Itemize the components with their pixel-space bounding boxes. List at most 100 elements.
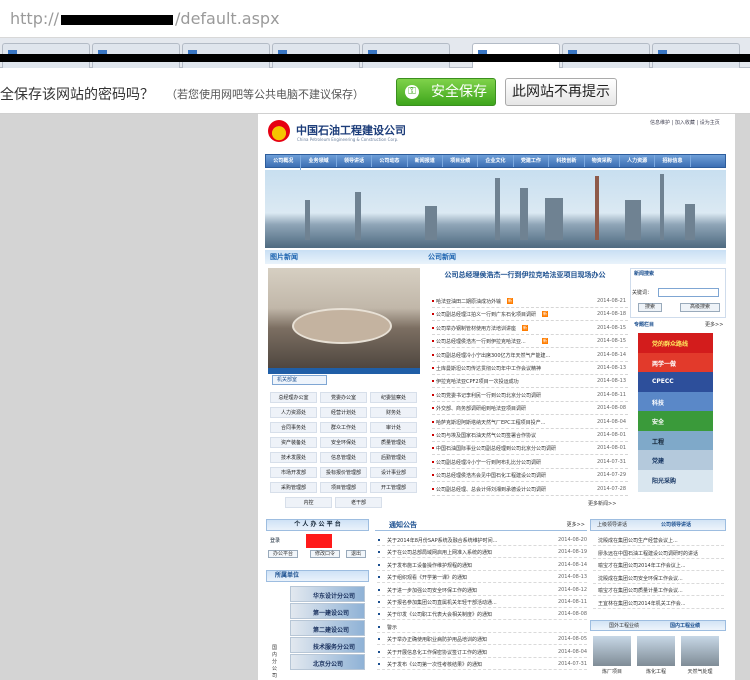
- dept-link[interactable]: 采购管理部: [270, 482, 317, 493]
- address-bar[interactable]: http:///default.aspx: [0, 0, 750, 38]
- company-news-heading[interactable]: 公司新闻: [428, 252, 456, 262]
- change-password-button[interactable]: 修改口令: [310, 550, 340, 558]
- dept-link[interactable]: 群众工作处: [320, 422, 367, 433]
- nav-item[interactable]: 业务领域: [301, 155, 337, 167]
- project-photo[interactable]: [681, 636, 719, 666]
- advanced-search-button[interactable]: 高级搜索: [680, 303, 720, 312]
- dept-link[interactable]: 投标报价管理部: [320, 467, 367, 478]
- dept-link[interactable]: 设计事业部: [370, 467, 417, 478]
- dept-link[interactable]: 人力资源处: [270, 407, 317, 418]
- dept-link[interactable]: 内控: [285, 497, 332, 508]
- notice-title[interactable]: 关于组织观看《开学第一课》的通知: [387, 574, 467, 581]
- unit-link[interactable]: 第二建设公司: [290, 620, 365, 636]
- news-title[interactable]: 公司副总经理江拍义一行到广东石化项目调研: [436, 311, 536, 318]
- speech-item[interactable]: 沈殿成在集团公司安全环保工作会议...: [593, 573, 724, 584]
- news-title[interactable]: 公司举办钢制管材使用方法培训讲座: [436, 325, 516, 332]
- tab-domestic-projects[interactable]: 国内工程业绩: [670, 622, 700, 629]
- nav-item[interactable]: 新闻报道: [408, 155, 443, 167]
- dept-link[interactable]: 技术发展处: [270, 452, 317, 463]
- logout-button[interactable]: 退出: [346, 550, 366, 558]
- news-item[interactable]: 公司总经理侯浩杰会见中国石化工程建设公司调研 2014-07-29: [432, 470, 628, 483]
- unit-link[interactable]: 北京分公司: [290, 654, 365, 670]
- notice-item[interactable]: 关于报名参加集团公司直属机关年轻干部活动通... 2014-08-11: [377, 597, 587, 608]
- dept-link[interactable]: 质量管理处: [370, 437, 417, 448]
- unit-link[interactable]: 技术服务分公司: [290, 637, 365, 653]
- speech-title[interactable]: 王宜林在集团公司2014年机关工作会...: [598, 600, 686, 607]
- speech-item[interactable]: 沈殿成在集团公司生产经营会议上...: [593, 535, 724, 546]
- project-photo[interactable]: [593, 636, 631, 666]
- speech-title[interactable]: 沈殿成在集团公司安全环保工作会议...: [598, 575, 683, 582]
- news-title[interactable]: 公司总经理侯浩杰会见中国石化工程建设公司调研: [436, 472, 546, 479]
- news-title[interactable]: 公司与埃及国家石油天然气公司签署合作协议: [436, 432, 536, 439]
- news-title[interactable]: 公司副总经理、总会计师刘湘到承德设计公司调研: [436, 486, 546, 493]
- dept-link[interactable]: 财务处: [370, 407, 417, 418]
- never-remind-button[interactable]: 此网站不再提示: [505, 78, 617, 106]
- notice-item[interactable]: 关于发布施工设备操作维护规程的通知 2014-08-14: [377, 560, 587, 571]
- news-title[interactable]: 土库曼斯坦公司传达贯彻公司年中工作会议精神: [436, 365, 541, 372]
- unit-link[interactable]: 第一建设公司: [290, 603, 365, 619]
- news-title[interactable]: 中国石油国际事业公司副总经理到公司北京分公司调研: [436, 445, 556, 452]
- login-input[interactable]: [306, 534, 332, 548]
- dept-link[interactable]: 纪委监察处: [370, 392, 417, 403]
- dept-link[interactable]: 开工管理部: [370, 482, 417, 493]
- speech-title[interactable]: 喻宝才在集团公司2014年工作会议上...: [598, 562, 686, 569]
- notice-title[interactable]: 关于举办正确使用职业病防护用品培训的通知: [387, 636, 487, 643]
- notice-title[interactable]: 关于进一步加强公司安全环保工作的通知: [387, 587, 477, 594]
- notice-item[interactable]: 关于开展信息化工作保密协议签订工作的通知 2014-08-04: [377, 647, 587, 658]
- news-item[interactable]: 哈萨克斯坦阿斯塔纳天然气厂EPC工程项目投产... 2014-08-04: [432, 417, 628, 429]
- project-caption[interactable]: 天然气处理: [681, 668, 719, 675]
- notice-title[interactable]: 关于在公司总部局域网启用上网准入系统的通知: [387, 549, 492, 556]
- dept-link[interactable]: 资产装备处: [270, 437, 317, 448]
- office-platform-button[interactable]: 办公平台: [268, 550, 298, 558]
- nav-item[interactable]: 招标信息: [655, 155, 691, 167]
- speech-item[interactable]: 喻宝才在集团公司质量计量工作会议...: [593, 585, 724, 596]
- news-item[interactable]: 公司副总经理、总会计师刘湘到承德设计公司调研 2014-07-28: [432, 484, 628, 496]
- more-news-link[interactable]: 更多新闻>>: [588, 500, 616, 507]
- notice-title[interactable]: 关于2014年8月份SAP系统及融合系统维护时间...: [387, 537, 497, 544]
- speech-item[interactable]: 喻宝才在集团公司2014年工作会议上...: [593, 560, 724, 571]
- notice-title[interactable]: 关于开展信息化工作保密协议签订工作的通知: [387, 649, 487, 656]
- news-title[interactable]: 哈萨克斯坦阿斯塔纳天然气厂EPC工程项目投产...: [436, 419, 545, 426]
- dept-link[interactable]: 合同事务处: [270, 422, 317, 433]
- speech-title[interactable]: 沈殿成在集团公司生产经营会议上...: [598, 537, 678, 544]
- news-item[interactable]: 公司副总经理冷小宁出席300亿方年天然气产能建... 2014-08-14: [432, 350, 628, 362]
- notice-title[interactable]: 警示: [387, 624, 397, 631]
- nav-item[interactable]: 公司动态: [372, 155, 408, 167]
- speech-title[interactable]: 喻宝才在集团公司质量计量工作会议...: [598, 587, 683, 594]
- project-photo[interactable]: [637, 636, 675, 666]
- secure-save-button[interactable]: ⚿ 安全保存: [396, 78, 496, 106]
- news-item[interactable]: 公司与埃及国家石油天然气公司签署合作协议 2014-08-01: [432, 430, 628, 442]
- speech-item[interactable]: 廖永远在中国石油工程建设公司调研时的讲话: [593, 548, 724, 559]
- nav-item[interactable]: 党建工作: [514, 155, 550, 167]
- notice-item[interactable]: 警示: [377, 622, 587, 633]
- nav-item[interactable]: 项目业绩: [443, 155, 479, 167]
- nav-item[interactable]: 企业文化: [478, 155, 514, 167]
- dept-link[interactable]: 市场开发部: [270, 467, 317, 478]
- notice-title[interactable]: 关于印发《公司职工代表大会相关制度》的通知: [387, 611, 492, 618]
- url-text[interactable]: http:///default.aspx: [10, 9, 280, 28]
- news-title[interactable]: 公司副总经理冷小宁一行到阿布扎比分公司调研: [436, 459, 541, 466]
- news-item[interactable]: 伊拉克哈法亚CPF2项目一次投运成功 2014-08-13: [432, 376, 628, 389]
- cnpc-logo-icon[interactable]: [268, 120, 290, 142]
- top-links[interactable]: 信息维护 | 加入收藏 | 设为主页: [650, 119, 720, 126]
- news-item[interactable]: 公司党委书记李利民一行到公司北京分公司调研 2014-08-11: [432, 390, 628, 402]
- news-item[interactable]: 土库曼斯坦公司传达贯彻公司年中工作会议精神 2014-08-13: [432, 363, 628, 375]
- speech-item[interactable]: 王宜林在集团公司2014年机关工作会...: [593, 598, 724, 609]
- headline[interactable]: 公司总经理侯浩杰一行到伊拉克哈法亚项目现场办公: [432, 270, 618, 281]
- nav-item[interactable]: 公司概况: [266, 155, 302, 167]
- tab-superior-speech[interactable]: 上级领导讲话: [597, 521, 627, 528]
- notice-item[interactable]: 关于发布《公司第一次性考核结果》的通知 2014-07-31: [377, 659, 587, 670]
- project-caption[interactable]: 炼厂项目: [593, 668, 631, 675]
- tab-overseas-projects[interactable]: 国外工程业绩: [609, 622, 639, 629]
- news-title[interactable]: 公司党委书记李利民一行到公司北京分公司调研: [436, 392, 541, 399]
- dept-link[interactable]: 老干部: [335, 497, 382, 508]
- notice-title[interactable]: 关于报名参加集团公司直属机关年轻干部活动通...: [387, 599, 497, 606]
- dept-link[interactable]: 审计处: [370, 422, 417, 433]
- tab-company-speech[interactable]: 公司领导讲话: [661, 521, 691, 528]
- news-item[interactable]: 公司副总经理冷小宁一行到阿布扎比分公司调研 2014-07-31: [432, 457, 628, 469]
- notice-item[interactable]: 关于在公司总部局域网启用上网准入系统的通知 2014-08-19: [377, 547, 587, 559]
- dept-link[interactable]: 总经理办公室: [270, 392, 317, 403]
- news-item[interactable]: 外交部、商务部调研组到哈法亚项目调研 2014-08-08: [432, 403, 628, 416]
- meeting-photo[interactable]: [268, 268, 420, 368]
- project-caption[interactable]: 炼化工程: [637, 668, 675, 675]
